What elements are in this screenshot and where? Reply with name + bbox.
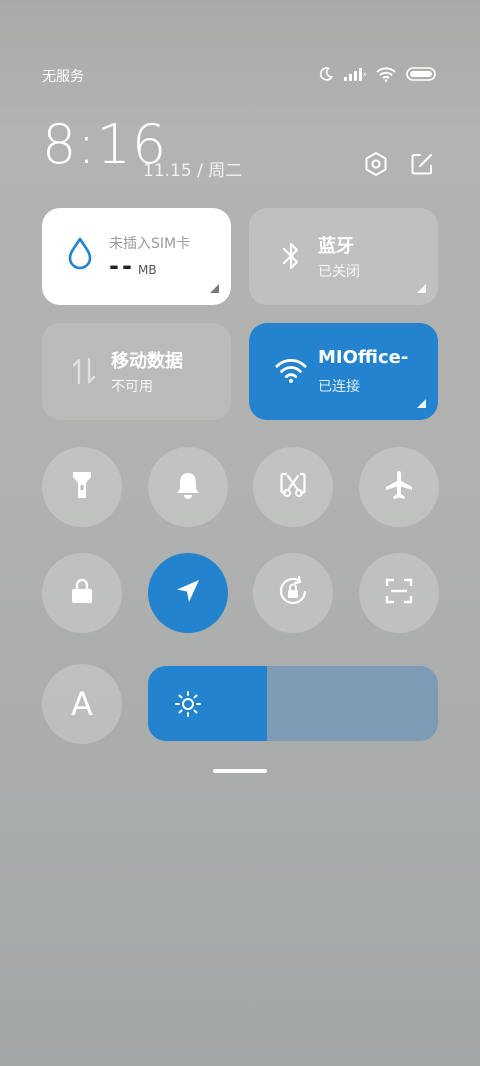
brightness-icon	[174, 690, 202, 722]
wifi-network-name: MIOffice-	[318, 347, 409, 368]
expand-corner-icon	[417, 284, 426, 293]
flashlight-icon	[69, 469, 95, 505]
bluetooth-status: 已关闭	[318, 264, 360, 280]
data-usage-unit: MB	[138, 263, 157, 277]
airplane-icon	[383, 469, 415, 505]
data-usage-value: --	[109, 252, 135, 280]
drag-handle[interactable]	[213, 769, 267, 773]
battery-icon	[406, 67, 436, 81]
rotation-lock-icon	[277, 575, 309, 611]
data-arrows-icon	[68, 355, 100, 387]
flashlight-toggle[interactable]	[42, 447, 122, 527]
expand-corner-icon	[417, 399, 426, 408]
edit-icon[interactable]	[408, 150, 436, 178]
location-arrow-icon	[174, 577, 202, 609]
brightness-fill	[148, 666, 267, 741]
date-label: 11.15 / 周二	[143, 161, 243, 181]
svg-text:x: x	[363, 71, 366, 78]
screenshot-icon	[278, 470, 308, 504]
rotation-lock-toggle[interactable]	[253, 553, 333, 633]
bell-toggle[interactable]	[148, 447, 228, 527]
bluetooth-icon	[275, 240, 307, 272]
bluetooth-tile[interactable]: 蓝牙 已关闭	[249, 208, 438, 305]
lock-screen-toggle[interactable]	[42, 553, 122, 633]
moon-icon	[318, 66, 334, 82]
font-size-label: A	[71, 685, 93, 723]
lock-icon	[69, 577, 95, 609]
wifi-status: 已连接	[318, 379, 360, 395]
wifi-icon	[275, 355, 307, 387]
font-size-button[interactable]: A	[42, 664, 122, 744]
signal-icon: x	[344, 67, 366, 81]
mobile-data-title: 移动数据	[111, 351, 183, 372]
wifi-tile[interactable]: MIOffice- 已连接	[249, 323, 438, 420]
airplane-toggle[interactable]	[359, 447, 439, 527]
scan-icon	[384, 576, 414, 610]
bell-icon	[174, 470, 202, 504]
sim-data-tile[interactable]: 未插入SIM卡 -- MB	[42, 208, 231, 305]
mobile-data-tile[interactable]: 移动数据 不可用	[42, 323, 231, 420]
bluetooth-title: 蓝牙	[318, 236, 354, 257]
settings-icon[interactable]	[362, 150, 390, 178]
sim-status-label: 未插入SIM卡	[109, 236, 191, 252]
brightness-slider[interactable]	[148, 666, 438, 741]
screenshot-toggle[interactable]	[253, 447, 333, 527]
mobile-data-status: 不可用	[111, 379, 153, 395]
expand-corner-icon	[210, 284, 219, 293]
scanner-toggle[interactable]	[359, 553, 439, 633]
wifi-status-icon	[376, 66, 396, 82]
water-drop-icon	[64, 237, 96, 270]
location-toggle[interactable]	[148, 553, 228, 633]
status-icons: x	[318, 66, 436, 82]
carrier-label: 无服务	[42, 69, 84, 85]
